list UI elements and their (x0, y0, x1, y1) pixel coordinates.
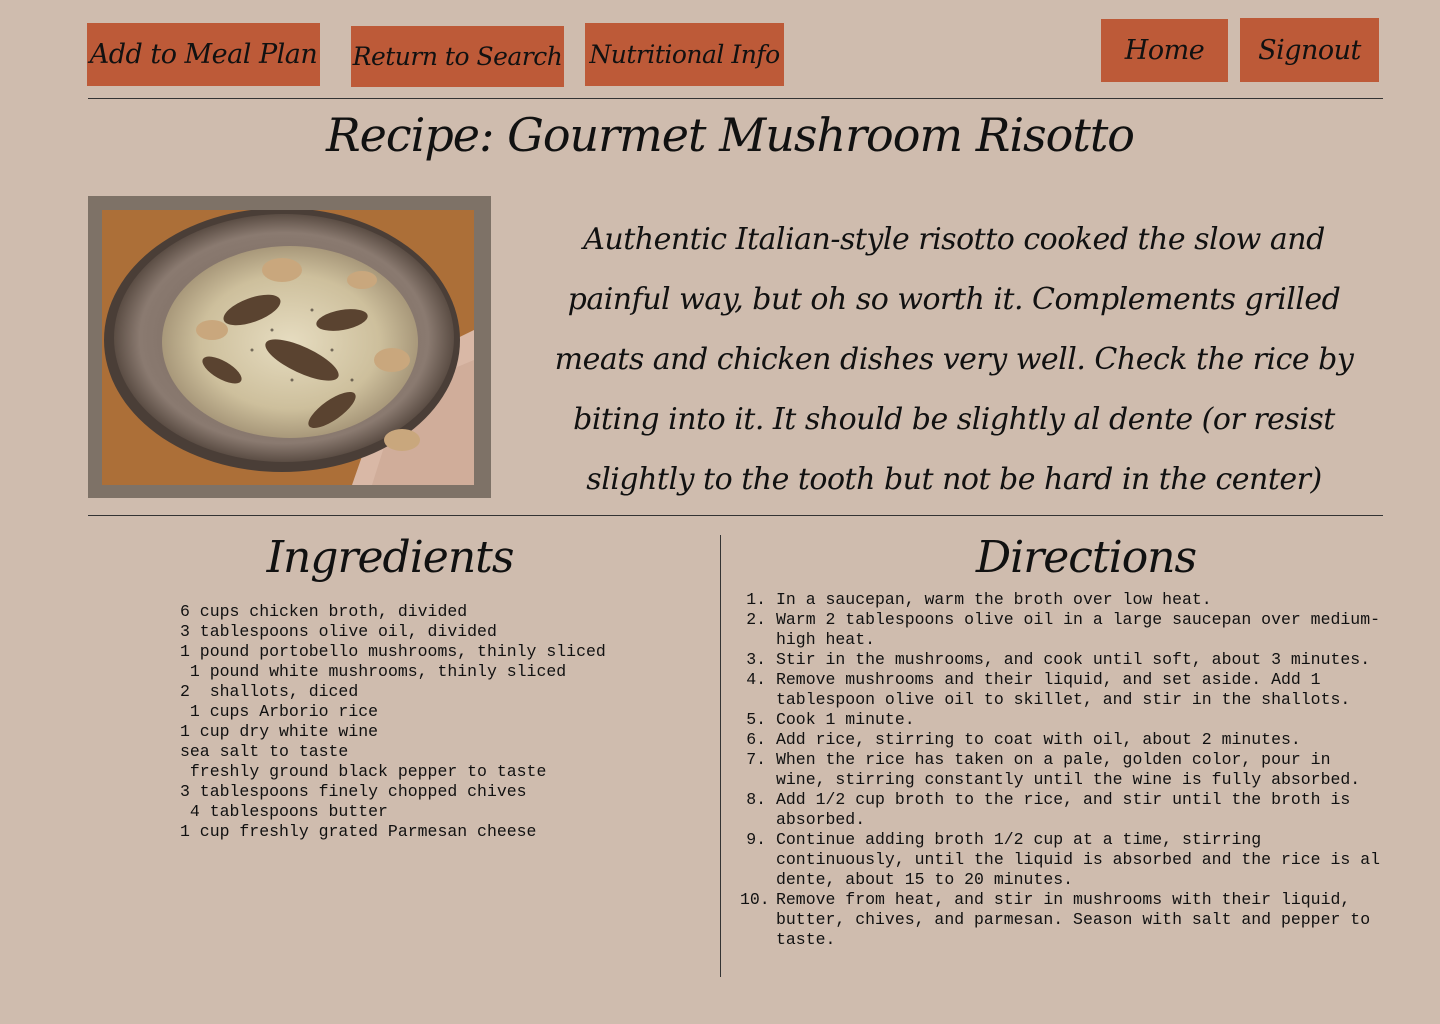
ingredient-item: 3 tablespoons olive oil, divided (180, 622, 497, 641)
direction-step-text: Continue adding broth 1/2 cup at a time,… (776, 830, 1380, 889)
ingredient-item: 1 cup dry white wine (180, 722, 379, 741)
direction-step: 4. Remove mushrooms and their liquid, an… (740, 670, 1380, 710)
direction-step-number: 2. (746, 610, 776, 629)
direction-step-text: Add rice, stirring to coat with oil, abo… (776, 730, 1301, 749)
direction-step-text: In a saucepan, warm the broth over low h… (776, 590, 1212, 609)
ingredient-item: 3 tablespoons finely chopped chives (180, 782, 527, 801)
direction-step: 5. Cook 1 minute. (740, 710, 1380, 730)
middle-divider (88, 515, 1383, 516)
direction-step-number: 1. (746, 590, 776, 609)
directions-list: 1. In a saucepan, warm the broth over lo… (740, 590, 1380, 950)
ingredient-item: 1 pound portobello mushrooms, thinly sli… (180, 642, 606, 661)
return-to-search-button[interactable]: Return to Search (351, 26, 564, 87)
home-button[interactable]: Home (1101, 19, 1228, 82)
recipe-description: Authentic Italian-style risotto cooked t… (554, 222, 1354, 497)
direction-step-number: 7. (746, 750, 776, 769)
nutritional-info-button[interactable]: Nutritional Info (585, 23, 784, 86)
column-divider (720, 535, 721, 977)
ingredient-item: sea salt to taste (180, 742, 349, 761)
direction-step-text: When the rice has taken on a pale, golde… (776, 750, 1361, 789)
direction-step-number: 6. (746, 730, 776, 749)
direction-step: 9. Continue adding broth 1/2 cup at a ti… (740, 830, 1380, 890)
direction-step-text: Remove from heat, and stir in mushrooms … (776, 890, 1371, 949)
direction-step: 8. Add 1/2 cup broth to the rice, and st… (740, 790, 1380, 830)
ingredient-item: 1 cup freshly grated Parmesan cheese (180, 822, 537, 841)
recipe-photo (102, 210, 474, 485)
direction-step-text: Add 1/2 cup broth to the rice, and stir … (776, 790, 1351, 829)
ingredient-item: freshly ground black pepper to taste (180, 762, 547, 781)
recipe-photo-frame (88, 196, 491, 498)
add-to-meal-plan-button[interactable]: Add to Meal Plan (87, 23, 320, 86)
direction-step-text: Warm 2 tablespoons olive oil in a large … (776, 610, 1380, 649)
directions-heading: Directions (975, 532, 1197, 583)
direction-step-number: 4. (746, 670, 776, 689)
ingredient-item: 1 pound white mushrooms, thinly sliced (180, 662, 567, 681)
direction-step-text: Stir in the mushrooms, and cook until so… (776, 650, 1371, 669)
direction-step-number: 8. (746, 790, 776, 809)
direction-step-text: Remove mushrooms and their liquid, and s… (776, 670, 1351, 709)
top-divider (88, 98, 1383, 99)
direction-step-number: 3. (746, 650, 776, 669)
direction-step-number: 9. (746, 830, 776, 849)
direction-step: 1. In a saucepan, warm the broth over lo… (740, 590, 1380, 610)
ingredient-item: 1 cups Arborio rice (180, 702, 379, 721)
direction-step: 6. Add rice, stirring to coat with oil, … (740, 730, 1380, 750)
ingredient-item: 2 shallots, diced (180, 682, 359, 701)
direction-step: 2. Warm 2 tablespoons olive oil in a lar… (740, 610, 1380, 650)
risotto-image (102, 210, 474, 485)
direction-step: 3. Stir in the mushrooms, and cook until… (740, 650, 1380, 670)
direction-step-text: Cook 1 minute. (776, 710, 915, 729)
ingredient-item: 4 tablespoons butter (180, 802, 388, 821)
direction-step-number: 5. (746, 710, 776, 729)
ingredient-item: 6 cups chicken broth, divided (180, 602, 468, 621)
ingredients-list: 6 cups chicken broth, divided 3 tablespoo… (180, 602, 620, 842)
ingredients-heading: Ingredients (266, 532, 515, 583)
direction-step: 10. Remove from heat, and stir in mushro… (740, 890, 1380, 950)
signout-button[interactable]: Signout (1240, 18, 1379, 82)
direction-step-number: 10. (740, 890, 780, 909)
page-title: Recipe: Gourmet Mushroom Risotto (325, 108, 1135, 162)
direction-step: 7. When the rice has taken on a pale, go… (740, 750, 1380, 790)
